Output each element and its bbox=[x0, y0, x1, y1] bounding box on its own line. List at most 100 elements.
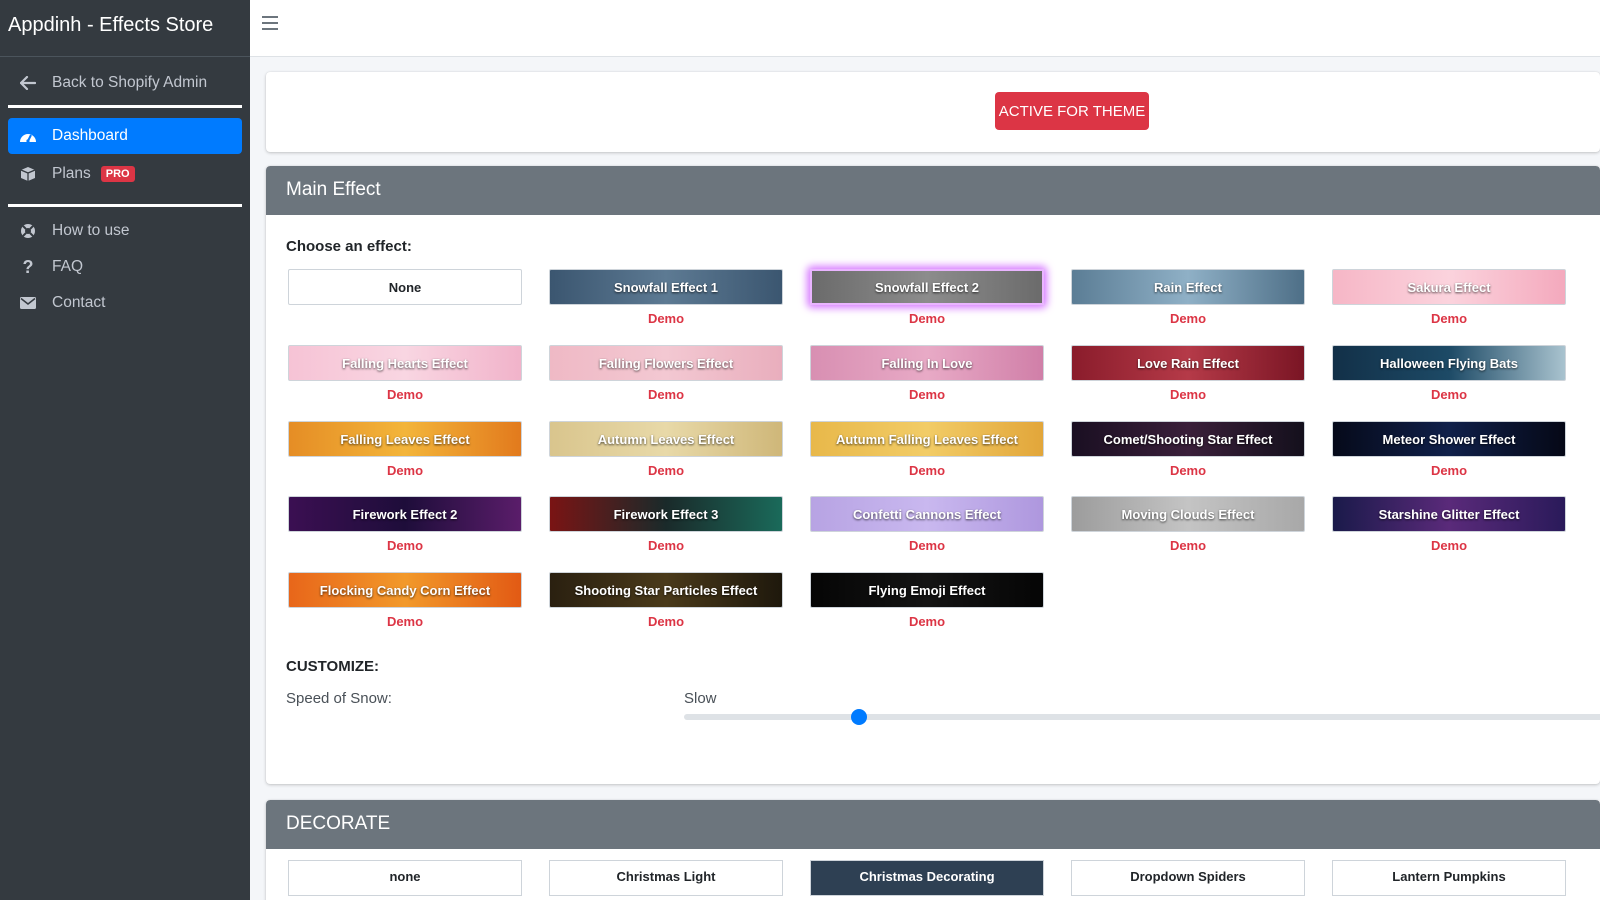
demo-link[interactable]: Demo bbox=[1332, 311, 1566, 326]
effect-option[interactable]: Flying Emoji Effect bbox=[810, 572, 1044, 608]
effect-tile: Love Rain Effect Demo bbox=[1071, 345, 1305, 402]
demo-link[interactable]: Demo bbox=[810, 614, 1044, 629]
effect-option[interactable]: Snowfall Effect 2 bbox=[810, 269, 1044, 305]
demo-link[interactable]: Demo bbox=[549, 463, 783, 478]
back-label: Back to Shopify Admin bbox=[52, 74, 208, 91]
effect-option[interactable]: Flocking Candy Corn Effect bbox=[288, 572, 522, 608]
effect-tile: Confetti Cannons Effect Demo bbox=[810, 496, 1044, 553]
dashboard-icon bbox=[18, 129, 38, 143]
effect-option[interactable]: Autumn Leaves Effect bbox=[549, 421, 783, 457]
sidebar-item-label: FAQ bbox=[52, 258, 84, 275]
effect-tile: Halloween Flying Bats Demo bbox=[1332, 345, 1566, 402]
effect-option[interactable]: Shooting Star Particles Effect bbox=[549, 572, 783, 608]
decorate-option[interactable]: Christmas Decorating bbox=[810, 860, 1044, 896]
effect-option[interactable]: Moving Clouds Effect bbox=[1071, 496, 1305, 532]
effect-tile: Rain Effect Demo bbox=[1071, 269, 1305, 326]
effect-option[interactable]: Firework Effect 2 bbox=[288, 496, 522, 532]
effect-option[interactable]: Starshine Glitter Effect bbox=[1332, 496, 1566, 532]
demo-link[interactable]: Demo bbox=[1071, 311, 1305, 326]
demo-link[interactable]: Demo bbox=[288, 538, 522, 553]
decorate-option[interactable]: Christmas Light bbox=[549, 860, 783, 896]
effect-option[interactable]: Rain Effect bbox=[1071, 269, 1305, 305]
effect-option[interactable]: Comet/Shooting Star Effect bbox=[1071, 421, 1305, 457]
effect-tile: Meteor Shower Effect Demo bbox=[1332, 421, 1566, 478]
sidebar-item-contact[interactable]: Contact bbox=[8, 285, 242, 321]
demo-link[interactable]: Demo bbox=[1332, 463, 1566, 478]
box-icon bbox=[18, 166, 38, 182]
demo-link[interactable]: Demo bbox=[1071, 387, 1305, 402]
back-to-shopify-link[interactable]: Back to Shopify Admin bbox=[8, 65, 242, 101]
effect-tile: Falling Flowers Effect Demo bbox=[549, 345, 783, 402]
effect-tile: Snowfall Effect 1 Demo bbox=[549, 269, 783, 326]
sidebar-item-label: Dashboard bbox=[52, 127, 128, 144]
effect-option[interactable]: Confetti Cannons Effect bbox=[810, 496, 1044, 532]
decorate-card: DECORATE none Christmas Light Christmas De… bbox=[266, 800, 1600, 900]
speed-slider[interactable] bbox=[684, 709, 1600, 725]
effect-tile: Moving Clouds Effect Demo bbox=[1071, 496, 1305, 553]
effect-option[interactable]: Snowfall Effect 1 bbox=[549, 269, 783, 305]
sidebar-item-label: Plans bbox=[52, 165, 91, 182]
effect-tile: Flying Emoji Effect Demo bbox=[810, 572, 1044, 629]
effect-option[interactable]: Firework Effect 3 bbox=[549, 496, 783, 532]
effect-option[interactable]: Love Rain Effect bbox=[1071, 345, 1305, 381]
speed-slider-thumb[interactable] bbox=[850, 709, 867, 725]
effect-option[interactable]: Falling Flowers Effect bbox=[549, 345, 783, 381]
effect-tile: None bbox=[288, 269, 522, 305]
choose-effect-label: Choose an effect: bbox=[286, 238, 412, 255]
decorate-option[interactable]: Lantern Pumpkins bbox=[1332, 860, 1566, 896]
effect-option[interactable]: Falling Hearts Effect bbox=[288, 345, 522, 381]
demo-link[interactable]: Demo bbox=[1332, 387, 1566, 402]
speed-value: Slow bbox=[684, 690, 717, 707]
sidebar-item-how-to-use[interactable]: How to use bbox=[8, 213, 242, 249]
effect-tile: Firework Effect 2 Demo bbox=[288, 496, 522, 553]
effect-option[interactable]: Meteor Shower Effect bbox=[1332, 421, 1566, 457]
demo-link[interactable]: Demo bbox=[549, 387, 783, 402]
demo-link[interactable]: Demo bbox=[288, 463, 522, 478]
demo-link[interactable]: Demo bbox=[1332, 538, 1566, 553]
speed-label: Speed of Snow: bbox=[286, 690, 392, 707]
question-icon: ? bbox=[22, 256, 34, 277]
active-for-theme-button[interactable]: ACTIVE FOR THEME bbox=[995, 92, 1149, 130]
demo-link[interactable]: Demo bbox=[810, 311, 1044, 326]
effect-tile: Flocking Candy Corn Effect Demo bbox=[288, 572, 522, 629]
effect-tile: Sakura Effect Demo bbox=[1332, 269, 1566, 326]
sidebar-divider bbox=[8, 204, 242, 207]
main-effect-header: Main Effect bbox=[266, 166, 1600, 215]
customize-label: CUSTOMIZE: bbox=[286, 658, 380, 675]
app-title[interactable]: Appdinh - Effects Store bbox=[0, 0, 250, 57]
effect-option[interactable]: Sakura Effect bbox=[1332, 269, 1566, 305]
demo-link[interactable]: Demo bbox=[810, 538, 1044, 553]
demo-link[interactable]: Demo bbox=[288, 614, 522, 629]
effect-option[interactable]: None bbox=[288, 269, 522, 305]
demo-link[interactable]: Demo bbox=[810, 387, 1044, 402]
demo-link[interactable]: Demo bbox=[810, 463, 1044, 478]
sidebar-item-dashboard[interactable]: Dashboard bbox=[8, 118, 242, 154]
effect-tile: Autumn Leaves Effect Demo bbox=[549, 421, 783, 478]
activation-card: ACTIVE FOR THEME bbox=[266, 72, 1600, 152]
demo-link[interactable]: Demo bbox=[288, 387, 522, 402]
demo-link[interactable]: Demo bbox=[549, 538, 783, 553]
sidebar-item-plans[interactable]: Plans PRO bbox=[8, 156, 242, 192]
sidebar-item-label: Contact bbox=[52, 294, 106, 311]
demo-link[interactable]: Demo bbox=[1071, 538, 1305, 553]
decorate-option[interactable]: none bbox=[288, 860, 522, 896]
effect-option[interactable]: Falling In Love bbox=[810, 345, 1044, 381]
effect-option[interactable]: Halloween Flying Bats bbox=[1332, 345, 1566, 381]
effect-option[interactable]: Falling Leaves Effect bbox=[288, 421, 522, 457]
demo-link[interactable]: Demo bbox=[549, 311, 783, 326]
sidebar-divider bbox=[8, 105, 242, 108]
demo-link[interactable]: Demo bbox=[549, 614, 783, 629]
decorate-header: DECORATE bbox=[266, 800, 1600, 849]
life-ring-icon bbox=[18, 223, 38, 239]
demo-link[interactable]: Demo bbox=[1071, 463, 1305, 478]
decorate-option[interactable]: Dropdown Spiders bbox=[1071, 860, 1305, 896]
effect-option[interactable]: Autumn Falling Leaves Effect bbox=[810, 421, 1044, 457]
effect-tile: Firework Effect 3 Demo bbox=[549, 496, 783, 553]
effect-tile: Autumn Falling Leaves Effect Demo bbox=[810, 421, 1044, 478]
sidebar-item-faq[interactable]: ? FAQ bbox=[8, 249, 242, 285]
effect-tile: Falling Leaves Effect Demo bbox=[288, 421, 522, 478]
effect-tile: Falling In Love Demo bbox=[810, 345, 1044, 402]
hamburger-icon[interactable] bbox=[262, 16, 278, 30]
effect-tile: Comet/Shooting Star Effect Demo bbox=[1071, 421, 1305, 478]
effect-tile: Starshine Glitter Effect Demo bbox=[1332, 496, 1566, 553]
